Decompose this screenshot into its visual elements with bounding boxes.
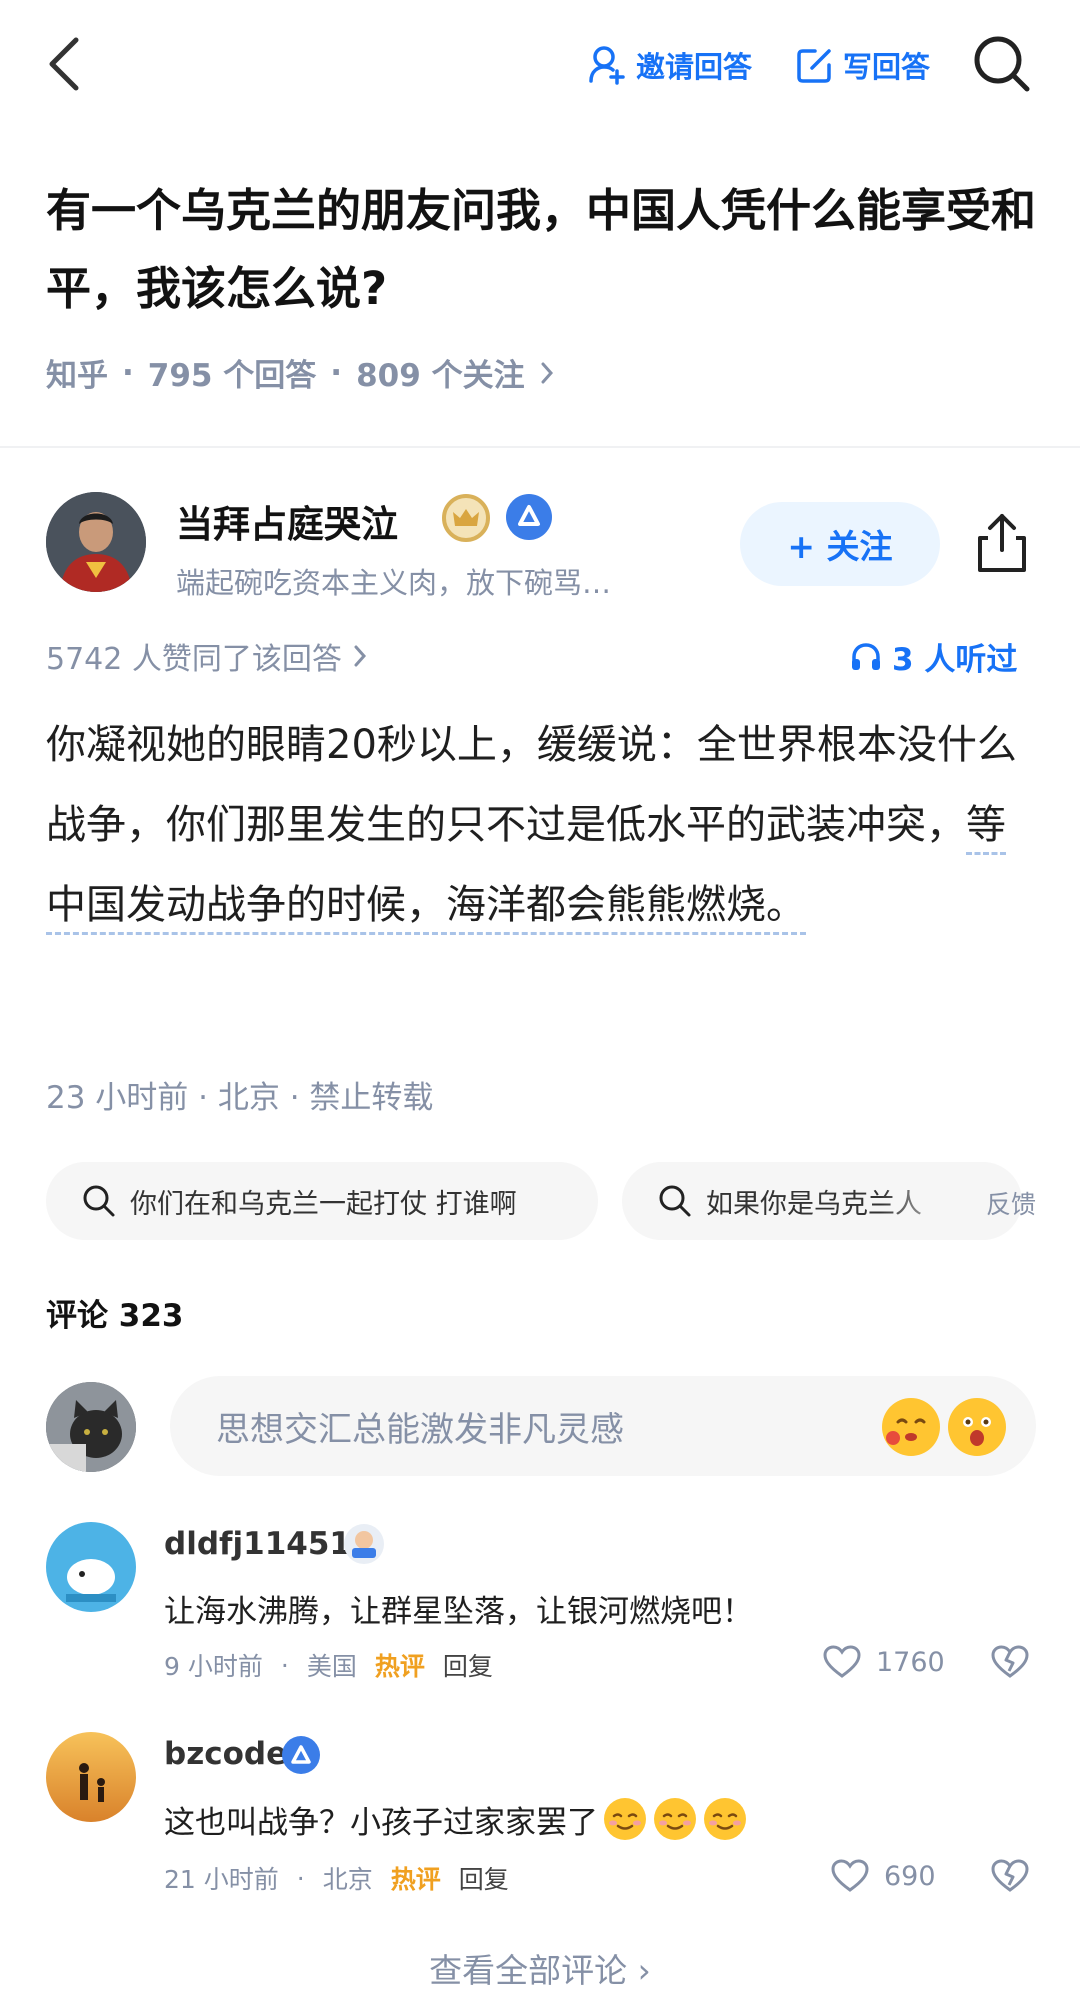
feedback-link[interactable]: 反馈 <box>986 1185 1036 1221</box>
comment-location: 美国 <box>306 1652 357 1681</box>
answer-count: 795 个回答 <box>147 358 317 394</box>
listened-button[interactable]: 3 人听过 <box>850 634 1017 679</box>
author-bio: 端起碗吃资本主义肉，放下碗骂… <box>176 566 612 600</box>
invite-user-icon <box>589 46 625 85</box>
comment-location: 北京 <box>322 1865 373 1894</box>
search-icon <box>83 1185 115 1217</box>
comment-text: 让海水沸腾，让群星坠落，让银河燃烧吧！ <box>164 1594 753 1630</box>
like-button[interactable]: 1760 <box>822 1644 945 1680</box>
comment-meta: 21 小时前 · 北京 热评 回复 <box>164 1860 509 1896</box>
share-icon[interactable] <box>974 510 1030 576</box>
answer-text: 你凝视她的眼睛20秒以上，缓缓说：全世界根本没什么战争，你们那里发生的只不过是低… <box>46 722 1017 848</box>
invite-answer-label: 邀请回答 <box>636 50 753 84</box>
separator-dot: · <box>296 1863 305 1893</box>
write-answer-label: 写回答 <box>843 50 931 84</box>
comment-meta: 9 小时前 · 美国 热评 回复 <box>164 1647 493 1683</box>
reply-button[interactable]: 回复 <box>459 1860 509 1896</box>
source-label: 知乎 <box>46 358 108 394</box>
avatar-image <box>46 1522 136 1612</box>
emoji-smile-icon <box>704 1798 746 1840</box>
emoji-surprised-icon[interactable] <box>948 1398 1006 1456</box>
commenter-name[interactable]: dldfj114514 <box>164 1526 373 1562</box>
like-button[interactable]: 690 <box>830 1858 936 1894</box>
comment-text: 这也叫战争？小孩子过家家罢了 <box>164 1804 598 1841</box>
write-answer-button[interactable]: 写回答 <box>795 40 930 90</box>
like-count: 690 <box>884 1860 936 1892</box>
view-all-comments-link[interactable]: 查看全部评论 › <box>0 1944 1080 1989</box>
cat-avatar-image <box>46 1382 136 1472</box>
answer-meta: 23 小时前 · 北京 · 禁止转载 <box>46 1080 434 1116</box>
chip-fade-overlay <box>880 1162 970 1240</box>
chevron-right-icon <box>354 645 366 667</box>
section-divider <box>0 446 1080 448</box>
commenter-avatar[interactable] <box>46 1522 136 1612</box>
question-meta[interactable]: 知乎 · 795 个回答 · 809 个关注 <box>46 350 555 395</box>
edit-icon <box>797 49 831 83</box>
reply-button[interactable]: 回复 <box>443 1647 493 1683</box>
heart-icon <box>831 1859 869 1892</box>
avatar-image <box>46 1732 136 1822</box>
search-icon[interactable] <box>972 34 1032 94</box>
suggestion-label: 你们在和乌克兰一起打仗 打谁啊 <box>130 1188 517 1220</box>
dislike-broken-heart-icon[interactable] <box>990 1644 1030 1680</box>
chevron-right-icon <box>541 362 553 383</box>
separator-dot: · <box>122 354 134 391</box>
author-avatar[interactable] <box>46 492 146 592</box>
question-title[interactable]: 有一个乌克兰的朋友问我，中国人凭什么能享受和平，我该怎么说? <box>46 172 1036 328</box>
comment-body: 这也叫战争？小孩子过家家罢了 <box>164 1796 748 1842</box>
separator-dot: · <box>330 354 343 391</box>
answer-body[interactable]: 你凝视她的眼睛20秒以上，缓缓说：全世界根本没什么战争，你们那里发生的只不过是低… <box>46 705 1036 945</box>
like-count: 1760 <box>876 1646 945 1678</box>
hot-comment-tag: 热评 <box>390 1865 441 1894</box>
separator-dot: · <box>280 1650 289 1680</box>
commenter-avatar[interactable] <box>46 1732 136 1822</box>
agree-label: 5742 人赞同了该回答 <box>46 642 342 677</box>
crown-badge-icon <box>442 494 490 542</box>
search-icon <box>659 1185 691 1217</box>
follow-count: 809 个关注 <box>356 358 525 394</box>
author-name[interactable]: 当拜占庭哭泣 <box>176 494 398 548</box>
verified-badge-icon <box>506 494 552 540</box>
search-suggestion-chip[interactable]: 你们在和乌克兰一起打仗 打谁啊 <box>46 1162 598 1240</box>
comments-header: 评论 323 <box>46 1298 184 1334</box>
hot-comment-tag: 热评 <box>374 1652 425 1681</box>
back-arrow-icon[interactable] <box>40 34 90 94</box>
invite-answer-button[interactable]: 邀请回答 <box>588 40 752 90</box>
commenter-name[interactable]: bzcode <box>164 1736 287 1772</box>
emoji-flower-icon[interactable] <box>882 1398 940 1456</box>
user-badge-icon <box>344 1524 384 1564</box>
verified-badge-icon <box>282 1736 320 1774</box>
comment-time: 9 小时前 <box>164 1652 263 1681</box>
avatar-image <box>46 492 146 592</box>
listened-label: 3 人听过 <box>892 642 1018 678</box>
headphones-icon <box>852 642 880 670</box>
emoji-smile-icon <box>654 1798 696 1840</box>
agree-count[interactable]: 5742 人赞同了该回答 <box>46 634 368 678</box>
dislike-broken-heart-icon[interactable] <box>990 1858 1030 1894</box>
my-avatar <box>46 1382 136 1472</box>
heart-icon <box>823 1645 861 1678</box>
comment-input-placeholder: 思想交汇总能激发非凡灵感 <box>216 1409 624 1450</box>
comment-time: 21 小时前 <box>164 1865 279 1894</box>
follow-button[interactable]: + 关注 <box>740 502 940 586</box>
emoji-smile-icon <box>604 1798 646 1840</box>
